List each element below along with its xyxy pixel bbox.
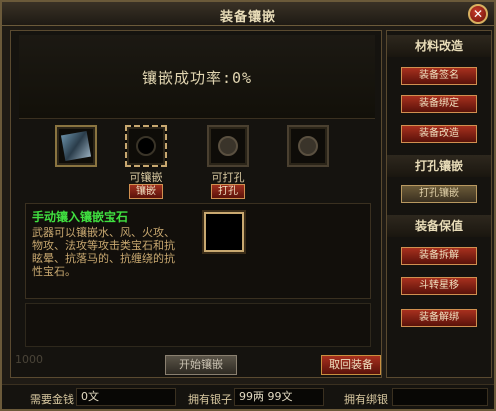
equipment-disassemble-button[interactable]: 装备拆解 bbox=[401, 247, 477, 265]
watermark-text: 1000 bbox=[15, 353, 43, 366]
equipment-unbind-button[interactable]: 装备解绑 bbox=[401, 309, 477, 327]
window-title: 装备镶嵌 bbox=[219, 10, 276, 25]
currency-bar: 需要金钱 0文 拥有银子 99两 99文 拥有绑银 bbox=[2, 384, 494, 409]
inlay-button[interactable]: 镶嵌 bbox=[129, 184, 163, 199]
inlay-main-panel: 镶嵌成功率:0% 可镶嵌 镶嵌 可打孔 打孔 手动镶入镶嵌宝石 武器可以镶嵌水、… bbox=[10, 30, 382, 378]
silver-label: 拥有银子 bbox=[188, 393, 232, 406]
socket-slot-1[interactable] bbox=[125, 125, 167, 167]
gem-item-icon bbox=[60, 130, 92, 162]
lock-icon bbox=[298, 136, 318, 156]
lock-icon bbox=[218, 136, 238, 156]
punch-inlay-tab[interactable]: 打孔镶嵌 bbox=[401, 185, 477, 203]
retrieve-equipment-button[interactable]: 取回装备 bbox=[321, 355, 381, 375]
equipment-bind-button[interactable]: 装备绑定 bbox=[401, 95, 477, 113]
title-bar[interactable]: 装备镶嵌 ✕ bbox=[2, 2, 494, 26]
gem-insert-slot[interactable] bbox=[204, 212, 244, 252]
section-title-punch: 打孔镶嵌 bbox=[387, 155, 491, 177]
equipment-modify-button[interactable]: 装备改造 bbox=[401, 125, 477, 143]
equipment-inlay-window: 装备镶嵌 ✕ 镶嵌成功率:0% 可镶嵌 镶嵌 可打孔 打孔 手动镶入镶嵌宝石 武… bbox=[0, 0, 496, 411]
socket-slot-3[interactable] bbox=[287, 125, 329, 167]
socket-icon bbox=[136, 136, 156, 156]
star-transfer-button[interactable]: 斗转星移 bbox=[401, 277, 477, 295]
bound-silver-value bbox=[392, 388, 488, 406]
description-body: 武器可以镶嵌水、风、火攻、物攻、法攻等攻击类宝石和抗眩晕、抗落马的、抗缠绕的抗性… bbox=[32, 226, 175, 278]
socket-slot-2[interactable] bbox=[207, 125, 249, 167]
equipment-slot[interactable] bbox=[55, 125, 97, 167]
section-title-material: 材料改造 bbox=[387, 35, 491, 57]
required-money-label: 需要金钱 bbox=[30, 393, 74, 406]
required-money-value: 0文 bbox=[76, 388, 176, 406]
close-icon[interactable]: ✕ bbox=[468, 4, 488, 24]
lower-info-box bbox=[25, 303, 371, 347]
start-inlay-button[interactable]: 开始镶嵌 bbox=[165, 355, 237, 375]
success-rate-text: 镶嵌成功率:0% bbox=[141, 69, 253, 87]
side-menu-panel: 材料改造 装备签名 装备绑定 装备改造 打孔镶嵌 打孔镶嵌 装备保值 装备拆解 … bbox=[386, 30, 492, 378]
gem-description-box: 手动镶入镶嵌宝石 武器可以镶嵌水、风、火攻、物攻、法攻等攻击类宝石和抗眩晕、抗落… bbox=[25, 203, 371, 299]
punch-status-label: 可打孔 bbox=[211, 171, 245, 184]
success-rate-box: 镶嵌成功率:0% bbox=[19, 35, 375, 119]
silver-value: 99两 99文 bbox=[234, 388, 324, 406]
punch-button[interactable]: 打孔 bbox=[211, 184, 245, 199]
equipment-sign-button[interactable]: 装备签名 bbox=[401, 67, 477, 85]
socket-status-label: 可镶嵌 bbox=[129, 171, 163, 184]
section-title-value: 装备保值 bbox=[387, 215, 491, 237]
description-title: 手动镶入镶嵌宝石 bbox=[32, 210, 129, 224]
bound-silver-label: 拥有绑银 bbox=[344, 393, 388, 406]
